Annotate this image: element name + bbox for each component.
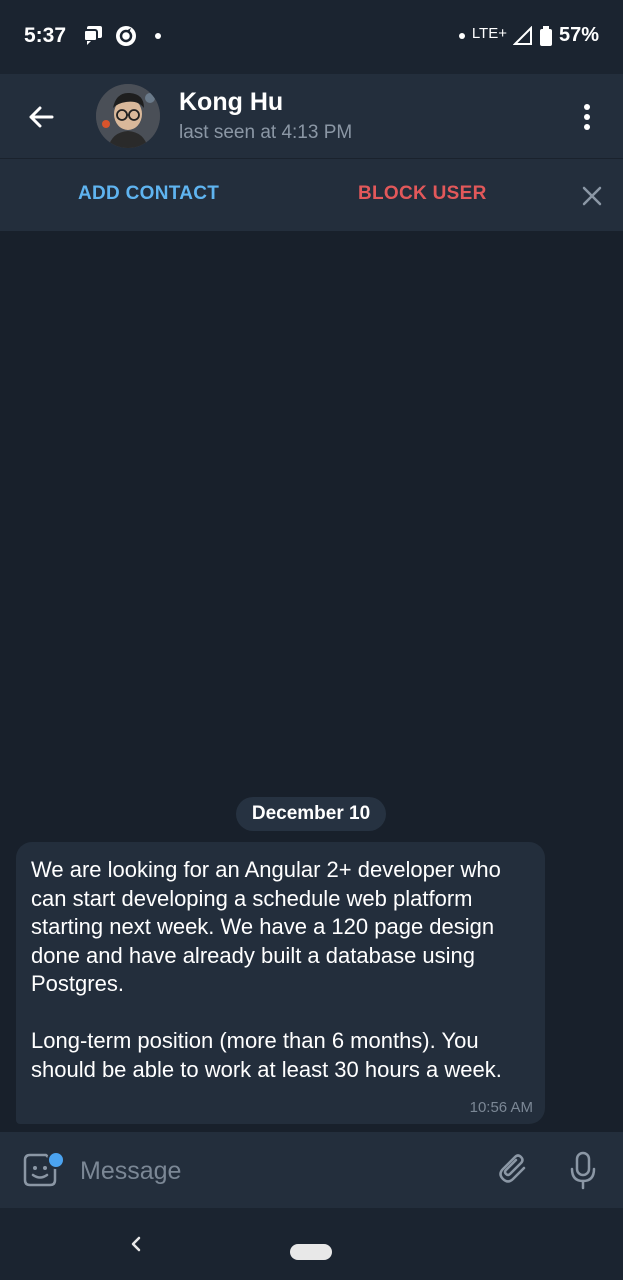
battery-icon [539,25,552,46]
battery-percent: 57% [558,24,599,46]
more-vert-icon[interactable] [575,102,599,132]
avatar-image [96,84,160,148]
status-right: LTE+ 57% [458,24,599,47]
nav-back-icon[interactable] [128,1232,144,1256]
nav-home-pill[interactable] [290,1244,332,1260]
status-dot-icon [458,32,465,39]
status-bar: 5:37 LTE+ 57% [0,0,623,74]
last-seen-status: last seen at 4:13 PM [179,122,353,143]
notification-dot-icon [155,33,161,39]
sticker-badge [47,1151,65,1169]
signal-icon [512,25,532,45]
message-time: 10:56 AM [469,1099,533,1116]
mic-icon[interactable] [568,1150,598,1190]
network-type: LTE+ [471,25,507,42]
message-bubble[interactable]: We are looking for an Angular 2+ develop… [16,842,545,1124]
message-composer [0,1132,623,1208]
date-separator: December 10 [236,797,386,831]
status-time: 5:37 [24,24,67,47]
contact-name[interactable]: Kong Hu [179,88,283,117]
add-contact-button[interactable]: ADD CONTACT [78,183,219,205]
attach-icon[interactable] [496,1152,532,1188]
system-nav-bar [0,1208,623,1280]
chat-header: Kong Hu last seen at 4:13 PM [0,74,623,158]
sync-app-icon [116,26,136,46]
block-user-button[interactable]: BLOCK USER [358,183,487,205]
new-contact-action-bar: ADD CONTACT BLOCK USER [0,158,623,231]
avatar[interactable] [96,84,160,148]
close-icon[interactable] [580,184,604,208]
back-arrow-icon[interactable] [26,102,56,132]
notification-message-icon [83,26,102,45]
message-input[interactable] [78,1150,482,1192]
message-text: We are looking for an Angular 2+ develop… [31,857,502,1082]
